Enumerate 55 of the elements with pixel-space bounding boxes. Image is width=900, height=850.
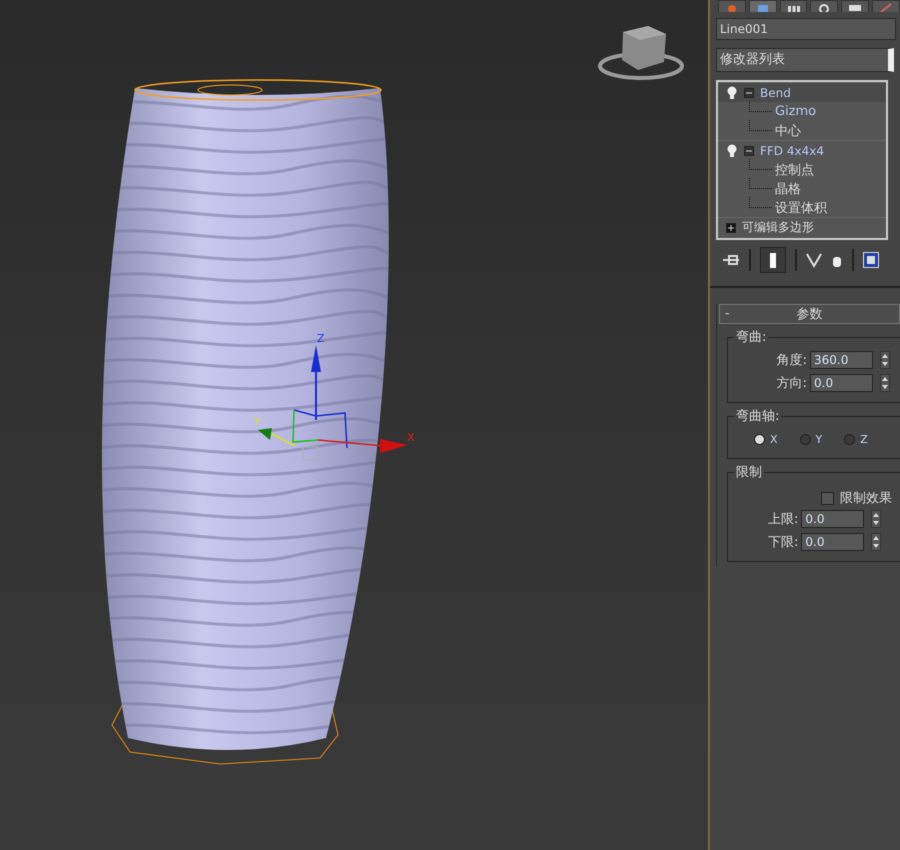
spinner-field[interactable]: 0.0 — [801, 532, 864, 550]
checkbox[interactable] — [821, 492, 834, 504]
spinner-field[interactable]: 0.0 — [801, 510, 864, 528]
radio-label: Y — [816, 433, 822, 446]
expand-toggle-icon[interactable] — [744, 146, 754, 156]
spinner-arrows-icon[interactable] — [880, 374, 890, 392]
lightbulb-icon[interactable] — [726, 86, 738, 100]
spinner-arrows-icon[interactable] — [871, 532, 882, 550]
expand-toggle-icon[interactable] — [744, 88, 754, 98]
field-label: 上限: — [768, 510, 798, 528]
panel-tab[interactable] — [841, 0, 870, 12]
group-title: 限制 — [735, 464, 763, 481]
modifier-stack-item[interactable]: Bend — [760, 86, 791, 100]
spinner-field[interactable]: 360.0 — [810, 350, 873, 368]
panel-tab[interactable] — [810, 0, 838, 12]
sub-object-item[interactable]: 设置体积 — [775, 198, 827, 216]
modifier-list-dropdown[interactable]: 修改器列表 — [716, 48, 894, 72]
spinner-arrows-icon[interactable] — [880, 350, 890, 368]
object-name-field[interactable]: Line001 — [716, 18, 896, 40]
bars-icon — [786, 3, 801, 12]
sub-object-item[interactable]: 晶格 — [775, 180, 801, 198]
modifier-stack-item[interactable]: FFD 4x4x4 — [760, 144, 824, 158]
viewport[interactable]: Z X Y — [0, 0, 710, 850]
sub-object-item[interactable]: Gizmo — [775, 104, 816, 119]
group-title: 弯曲: — [735, 329, 768, 346]
lightbulb-icon[interactable] — [726, 144, 738, 158]
modifier-stack-item[interactable]: 可编辑多边形 — [742, 219, 814, 236]
group-title: 弯曲轴: — [735, 408, 780, 425]
view-cube-icon[interactable] — [598, 26, 684, 80]
checkbox-label: 限制效果 — [840, 490, 892, 507]
field-label: 方向: — [776, 374, 807, 392]
x-axis-label: X — [407, 431, 415, 444]
radio-button[interactable] — [800, 434, 811, 445]
expand-toggle-icon[interactable] — [726, 222, 736, 232]
show-end-result-icon[interactable] — [760, 247, 786, 273]
configure-sets-icon[interactable] — [863, 252, 879, 268]
sub-object-item[interactable]: 控制点 — [775, 160, 814, 178]
field-label: 角度: — [776, 352, 807, 368]
sub-object-item[interactable]: 中心 — [775, 122, 801, 140]
make-unique-icon[interactable] — [806, 252, 822, 268]
y-axis-label: Y — [254, 415, 261, 428]
spinner-field[interactable]: 0.0 — [810, 374, 873, 392]
radio-label: X — [770, 433, 778, 446]
rollout-header[interactable]: - 参数 — [719, 304, 900, 324]
collapse-sign: - — [725, 305, 730, 321]
spinner-arrows-icon[interactable] — [871, 510, 882, 528]
radio-button[interactable] — [754, 434, 765, 445]
pin-stack-icon[interactable] — [722, 253, 740, 267]
panel-tab[interactable] — [748, 0, 777, 12]
radio-label: Z — [860, 433, 868, 446]
z-axis-label: Z — [317, 332, 325, 345]
field-label: 下限: — [768, 534, 798, 550]
radio-button[interactable] — [844, 434, 856, 445]
rollout-title: 参数 — [796, 306, 822, 323]
panel-tab[interactable] — [780, 0, 808, 12]
